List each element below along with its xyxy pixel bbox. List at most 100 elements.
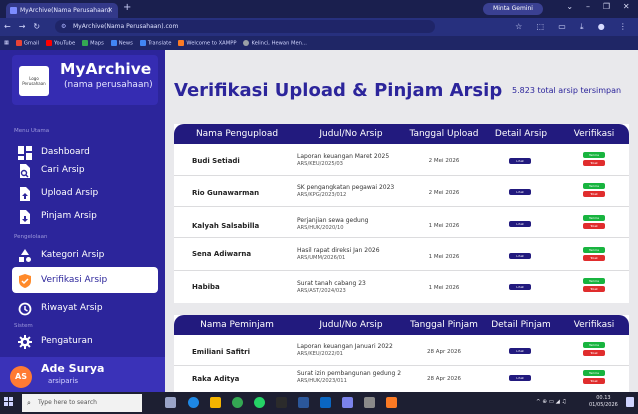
- accept-button[interactable]: Terima: [583, 183, 605, 189]
- reject-button[interactable]: Tolak: [583, 255, 605, 261]
- borrower-name: Raka Aditya: [192, 375, 240, 383]
- accept-button[interactable]: Terima: [583, 247, 605, 253]
- profile-role: arsiparis: [48, 377, 78, 385]
- extensions-icon[interactable]: ⬚: [536, 22, 544, 31]
- accept-button[interactable]: Terima: [583, 370, 605, 376]
- sidebar-item-label: Dashboard: [41, 147, 90, 157]
- borrow-table: Nama Peminjam Judul/No Arsip Tanggal Pin…: [174, 315, 629, 392]
- shapes-icon: [18, 248, 32, 262]
- download-icon[interactable]: ⤓: [580, 22, 584, 32]
- sidebar-item-pinjam-arsip[interactable]: Pinjam Arsip: [12, 203, 158, 229]
- screen: MyArchive(Nama Perusahaan) × + Minta Gem…: [0, 0, 638, 414]
- star-icon[interactable]: ☆: [515, 22, 522, 31]
- url-text: MyArchive(Nama Perusahaan).com: [73, 23, 179, 30]
- address-bar[interactable]: ⚙ MyArchive(Nama Perusahaan).com: [55, 20, 435, 33]
- gmail-icon: [15, 39, 22, 46]
- detail-button[interactable]: Lihat: [509, 189, 531, 195]
- minimize-icon[interactable]: –: [586, 2, 590, 16]
- reject-button[interactable]: Tolak: [583, 191, 605, 197]
- reject-button[interactable]: Tolak: [583, 223, 605, 229]
- word-icon[interactable]: [298, 397, 309, 408]
- apps-icon[interactable]: ▦: [4, 40, 9, 46]
- archive-title: Laporan keuangan Januari 2022 ARS/KEU/202…: [297, 343, 393, 357]
- bookmark-gmail[interactable]: Gmail: [15, 39, 39, 46]
- photos-icon[interactable]: [320, 397, 331, 408]
- maximize-icon[interactable]: ❐: [603, 2, 610, 16]
- close-icon[interactable]: ✕: [623, 2, 630, 16]
- browser-tab[interactable]: MyArchive(Nama Perusahaan) ×: [6, 3, 118, 18]
- gemini-button[interactable]: Minta Gemini: [483, 3, 543, 15]
- accept-button[interactable]: Terima: [583, 342, 605, 348]
- shield-check-icon: [18, 273, 32, 288]
- forward-icon[interactable]: →: [19, 22, 26, 31]
- sidepanel-icon[interactable]: ▭: [558, 22, 566, 31]
- detail-button[interactable]: Lihat: [509, 158, 531, 164]
- profile-name: Ade Surya: [41, 362, 105, 375]
- file-explorer-icon[interactable]: [210, 397, 221, 408]
- profile-icon[interactable]: ●: [598, 22, 605, 31]
- archive-code: ARS/KEU/2022/01: [297, 351, 343, 357]
- table-row: Kalyah Salsabilla Perjanjian sewa gedung…: [174, 207, 629, 238]
- tab-close-icon[interactable]: ×: [107, 3, 113, 18]
- accept-button[interactable]: Terima: [583, 278, 605, 284]
- detail-button[interactable]: Lihat: [509, 375, 531, 381]
- whatsapp-icon[interactable]: [254, 397, 265, 408]
- bookmark-xampp[interactable]: Welcome to XAMPP: [178, 39, 236, 46]
- sidebar-item-riwayat-arsip[interactable]: Riwayat Arsip: [12, 295, 158, 321]
- reload-icon[interactable]: ↻: [33, 22, 40, 31]
- app-icon[interactable]: [342, 397, 353, 408]
- bookmark-translate[interactable]: Translate: [139, 39, 171, 46]
- sidebar-item-kategori-arsip[interactable]: Kategori Arsip: [12, 242, 158, 268]
- reject-button[interactable]: Tolak: [583, 378, 605, 384]
- task-view-icon[interactable]: [165, 397, 176, 408]
- clock[interactable]: 00.13 01/05/2026: [589, 395, 618, 409]
- notification-icon[interactable]: [626, 397, 634, 407]
- sidebar-item-pengaturan[interactable]: Pengaturan: [12, 328, 158, 354]
- back-icon[interactable]: ←: [4, 22, 11, 31]
- table-row: Raka Aditya Surat izin pembangunan gedun…: [174, 366, 629, 392]
- column-header: Nama Pengupload: [195, 129, 279, 139]
- file-borrow-icon: [18, 209, 32, 224]
- sidebar-item-verifikasi-arsip[interactable]: Verifikasi Arsip: [12, 267, 158, 293]
- reject-button[interactable]: Tolak: [583, 286, 605, 292]
- bookmark-kelinci[interactable]: Kelinci, Hewan Men...: [243, 39, 307, 46]
- xampp-taskbar-icon[interactable]: [386, 397, 397, 408]
- file-upload-icon: [18, 186, 32, 201]
- settings-icon[interactable]: [364, 397, 375, 408]
- windows-start-icon[interactable]: [4, 397, 14, 407]
- detail-button[interactable]: Lihat: [509, 253, 531, 259]
- archive-title: Surat tanah cabang 23 ARS/AST/2024/023: [297, 280, 366, 294]
- new-tab-button[interactable]: +: [123, 2, 131, 13]
- taskbar-search[interactable]: ⌕ Type here to search: [22, 394, 142, 412]
- page-title: Verifikasi Upload & Pinjam Arsip: [174, 80, 503, 101]
- site-info-icon[interactable]: ⚙: [61, 20, 66, 33]
- archive-code: ARS/HUK/2023/011: [297, 378, 347, 384]
- edge-icon[interactable]: [188, 397, 199, 408]
- accept-button[interactable]: Terima: [583, 215, 605, 221]
- uploader-name: Budi Setiadi: [192, 157, 240, 165]
- avatar[interactable]: AS: [10, 366, 32, 388]
- detail-button[interactable]: Lihat: [509, 284, 531, 290]
- archive-code: ARS/KEU/2025/03: [297, 161, 343, 167]
- news-icon: [110, 39, 117, 46]
- section-main-label: Menu Utama: [14, 128, 50, 134]
- archive-title-text: Laporan keuangan Januari 2022: [297, 343, 393, 350]
- chrome-icon[interactable]: [232, 397, 243, 408]
- ai-app-icon[interactable]: [276, 397, 287, 408]
- table-row: Rio Gunawarman SK pengangkatan pegawai 2…: [174, 176, 629, 207]
- tray-icons[interactable]: ^ ⊕ ▭ ◢ ♫: [536, 399, 567, 405]
- accept-button[interactable]: Terima: [583, 152, 605, 158]
- bookmark-maps[interactable]: Maps: [82, 39, 104, 46]
- detail-button[interactable]: Lihat: [509, 221, 531, 227]
- uploader-name: Kalyah Salsabilla: [192, 222, 260, 230]
- bookmark-news[interactable]: News: [110, 39, 133, 46]
- chevron-down-icon[interactable]: ⌄: [566, 2, 573, 16]
- app-name: MyArchive: [60, 60, 152, 78]
- detail-button[interactable]: Lihat: [509, 348, 531, 354]
- bookmark-youtube[interactable]: YouTube: [46, 39, 75, 46]
- reject-button[interactable]: Tolak: [583, 350, 605, 356]
- toolbar-icons: ☆ ⬚ ▭ ⤓ ● ⋮: [508, 19, 634, 34]
- menu-icon[interactable]: ⋮: [619, 22, 627, 31]
- bookmarks-list: ▦ Gmail YouTube Maps News Translate Welc…: [4, 36, 307, 50]
- reject-button[interactable]: Tolak: [583, 160, 605, 166]
